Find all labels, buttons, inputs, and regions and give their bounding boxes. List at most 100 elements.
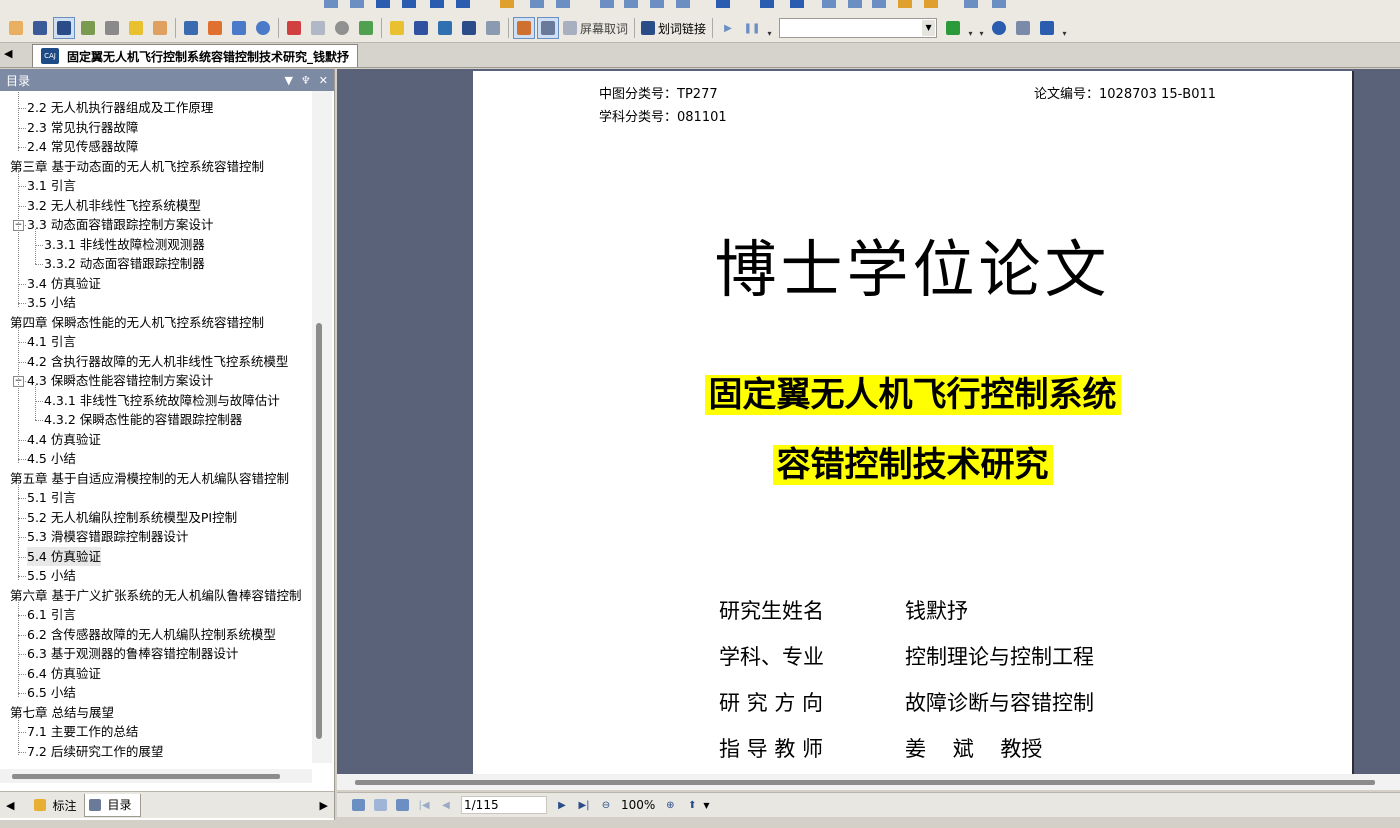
zoom-in-button[interactable]: ⊕ [662, 797, 678, 813]
toolbar-overflow-grip[interactable]: ▾ [1061, 18, 1068, 38]
sidebar-horizontal-scrollbar[interactable] [0, 769, 312, 783]
print-icon[interactable] [760, 0, 774, 8]
toc-item[interactable]: 5.5 小结 [27, 566, 76, 585]
zoom-level[interactable]: 100% [621, 798, 655, 812]
prev-page-button[interactable]: ◀ [438, 797, 454, 813]
properties-button[interactable] [1036, 17, 1058, 39]
tab-scroll-right-icon[interactable]: ▶ [314, 799, 334, 812]
attachment-button[interactable] [482, 17, 504, 39]
find-icon[interactable] [500, 0, 514, 8]
toc-item[interactable]: 3.4 仿真验证 [27, 274, 101, 293]
last-page-button[interactable]: ▶| [576, 797, 592, 813]
toc-item[interactable]: 5.2 无人机编队控制系统模型及PI控制 [27, 508, 237, 527]
toc-chapter[interactable]: 第三章 基于动态面的无人机飞控系统容错控制 [10, 157, 264, 176]
single-page-view-button[interactable] [350, 797, 366, 813]
go-dropdown[interactable]: ▾ [967, 18, 974, 38]
play-button[interactable]: ▶ [717, 17, 739, 39]
pin-icon[interactable]: ♆ [301, 74, 311, 87]
next-page-button[interactable]: ▶ [554, 797, 570, 813]
strikeout-button[interactable] [410, 17, 432, 39]
underline-button[interactable] [434, 17, 456, 39]
word-link-button[interactable]: 划词链接 [638, 17, 709, 39]
ellipse-tool-button[interactable] [252, 17, 274, 39]
text-highlight-button[interactable] [386, 17, 408, 39]
toolbar-overflow-grip[interactable]: ▾ [766, 18, 773, 38]
go-button[interactable] [942, 17, 964, 39]
stamp-tool-button[interactable] [307, 17, 329, 39]
toc-item[interactable]: 3.3.1 非线性故障检测观测器 [44, 235, 205, 254]
toc-chapter[interactable]: 第五章 基于自适应滑模控制的无人机编队容错控制 [10, 469, 289, 488]
note-tool-button[interactable] [149, 17, 171, 39]
sidebar-vertical-scrollbar[interactable] [312, 91, 332, 763]
toc-item[interactable]: 2.2 无人机执行器组成及工作原理 [27, 98, 213, 117]
continuous-view-button[interactable] [372, 797, 388, 813]
document-view[interactable]: 中图分类号：TP277 学科分类号：081101 论文编号：1028703 15… [337, 69, 1400, 774]
toolbar-overflow-grip[interactable]: ▾ [978, 18, 985, 38]
image-tool-button[interactable] [101, 17, 123, 39]
close-icon[interactable]: ✕ [319, 74, 328, 87]
width-fit-icon[interactable] [848, 0, 862, 8]
facing-view-button[interactable] [394, 797, 410, 813]
tab-contents[interactable]: 目录 [84, 793, 141, 817]
tab-annotations[interactable]: 标注 [30, 794, 84, 816]
scrollbar-thumb[interactable] [12, 774, 280, 779]
toc-item[interactable]: 6.2 含传感器故障的无人机编队控制系统模型 [27, 625, 276, 644]
nav-first-icon[interactable] [324, 0, 338, 8]
actual-size-icon[interactable] [872, 0, 886, 8]
toc-item[interactable]: 4.3.1 非线性飞控系统故障检测与故障估计 [44, 391, 280, 410]
select-tool-button[interactable] [29, 17, 51, 39]
zoom-out-button[interactable]: ⊖ [598, 797, 614, 813]
rotate-icon[interactable] [716, 0, 730, 8]
undo-icon[interactable] [530, 0, 544, 8]
toc-item[interactable]: 4.3.2 保瞬态性能的容错跟踪控制器 [44, 410, 242, 429]
rectangle-tool-button[interactable] [228, 17, 250, 39]
toc-item[interactable]: 4.5 小结 [27, 449, 76, 468]
toc-item[interactable]: 3.2 无人机非线性飞控系统模型 [27, 196, 201, 215]
search-doc-button[interactable] [1012, 17, 1034, 39]
snapshot-button[interactable] [77, 17, 99, 39]
toc-item[interactable]: 5.3 滑模容错跟踪控制器设计 [27, 527, 188, 546]
annotation-toggle-button[interactable] [513, 17, 535, 39]
first-page-button[interactable]: |◀ [416, 797, 432, 813]
toc-chapter[interactable]: 第七章 总结与展望 [10, 703, 114, 722]
page-number-input[interactable]: 1/115 [461, 796, 547, 814]
ruler-icon[interactable] [992, 0, 1006, 8]
toc-item[interactable]: 6.1 引言 [27, 605, 76, 624]
toc-item[interactable]: 3.3 动态面容错跟踪控制方案设计 [27, 215, 213, 234]
zoom-out-icon[interactable] [924, 0, 938, 8]
scrollbar-thumb[interactable] [355, 780, 1375, 785]
scrollbar-thumb[interactable] [316, 323, 322, 739]
highlight-tool-button[interactable] [125, 17, 147, 39]
sidebar-menu-icon[interactable]: ▼ [284, 74, 292, 87]
eraser-tool-button[interactable] [283, 17, 305, 39]
back-icon[interactable] [430, 0, 444, 8]
line-tool-button[interactable] [180, 17, 202, 39]
toc-item[interactable]: 6.3 基于观测器的鲁棒容错控制器设计 [27, 644, 238, 663]
forward-icon[interactable] [456, 0, 470, 8]
pause-button[interactable]: ❚❚ [741, 17, 763, 39]
nav-last-icon[interactable] [402, 0, 416, 8]
toc-item[interactable]: 4.2 含执行器故障的无人机非线性飞控系统模型 [27, 352, 288, 371]
screen-grab-button[interactable]: 屏幕取词 [560, 17, 631, 39]
nav-next-icon[interactable] [376, 0, 390, 8]
tab-scroll-left-icon[interactable]: ◀ [4, 47, 12, 60]
toc-item[interactable]: 4.1 引言 [27, 332, 76, 351]
page-up-button[interactable]: ⬆ [684, 797, 700, 813]
text-select-button[interactable] [53, 17, 75, 39]
single-page-icon[interactable] [600, 0, 614, 8]
document-horizontal-scrollbar[interactable] [337, 774, 1400, 790]
toc-item[interactable]: 3.1 引言 [27, 176, 76, 195]
page-up-dropdown-icon[interactable]: ▼ [703, 801, 709, 810]
book-view-icon[interactable] [676, 0, 690, 8]
toc-item[interactable]: 4.4 仿真验证 [27, 430, 101, 449]
facing-page-icon[interactable] [650, 0, 664, 8]
anchor-button[interactable] [458, 17, 480, 39]
toc-chapter[interactable]: 参考文献 [10, 761, 60, 763]
toc-item[interactable]: 5.1 引言 [27, 488, 76, 507]
toc-item[interactable]: 4.3 保瞬态性能容错控制方案设计 [27, 371, 213, 390]
toc-item[interactable]: 3.5 小结 [27, 293, 76, 312]
media-tool-button[interactable] [355, 17, 377, 39]
toc-chapter[interactable]: 第四章 保瞬态性能的无人机飞控系统容错控制 [10, 313, 264, 332]
help-button[interactable] [988, 17, 1010, 39]
measure-icon[interactable] [964, 0, 978, 8]
